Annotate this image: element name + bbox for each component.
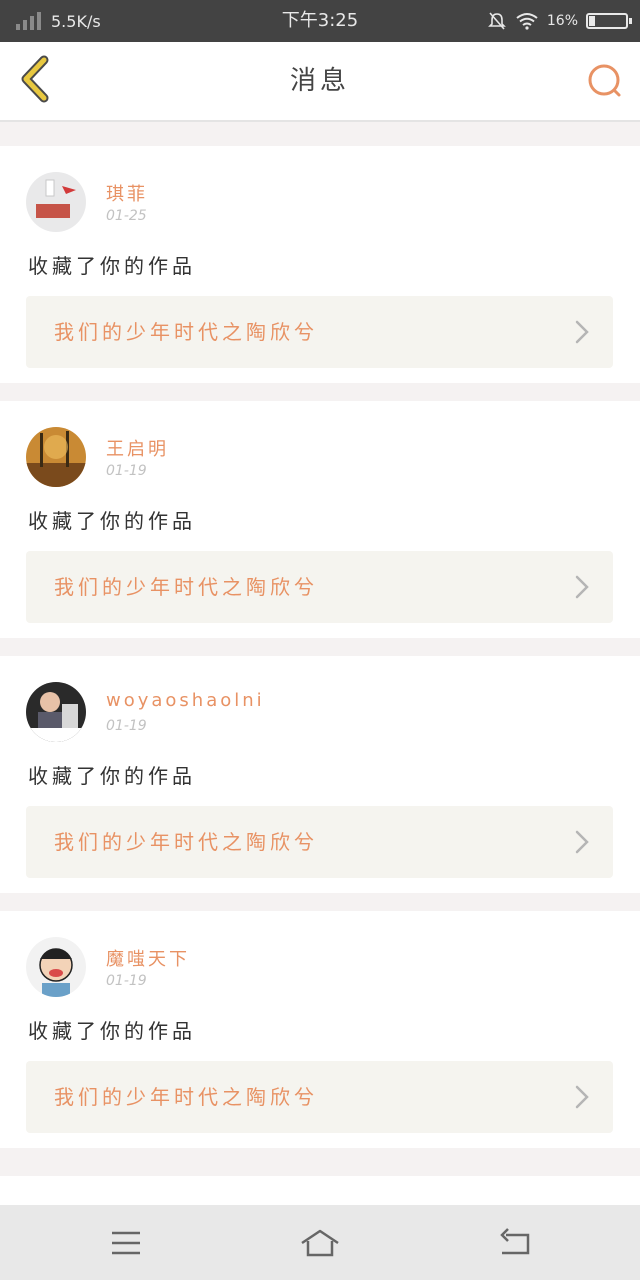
message-date: 01-19 (106, 463, 147, 479)
user-name[interactable]: 王启明 (106, 435, 169, 461)
menu-button[interactable] (104, 1223, 148, 1263)
work-title: 我们的少年时代之陶欣兮 (54, 1085, 318, 1109)
message-date: 01-19 (106, 718, 147, 734)
avatar[interactable] (26, 172, 86, 232)
status-bar: 5.5K/s 下午3:25 16% (0, 0, 640, 42)
work-link[interactable]: 我们的少年时代之陶欣兮 (26, 806, 613, 878)
user-name[interactable]: 魔嗤天下 (106, 945, 190, 971)
work-link[interactable]: 我们的少年时代之陶欣兮 (26, 296, 613, 368)
message-date: 01-25 (106, 208, 147, 224)
message-card: 琪菲 01-25 收藏了你的作品 我们的少年时代之陶欣兮 (0, 146, 640, 383)
avatar[interactable] (26, 937, 86, 997)
menu-icon (112, 1231, 140, 1255)
message-card: 王启明 01-19 收藏了你的作品 我们的少年时代之陶欣兮 (0, 401, 640, 638)
message-card: 魔嗤天下 01-19 收藏了你的作品 我们的少年时代之陶欣兮 (0, 911, 640, 1148)
mute-bell-icon (487, 12, 506, 30)
home-button[interactable] (298, 1223, 342, 1263)
battery-percent: 16% (546, 13, 578, 29)
search-button[interactable] (586, 62, 624, 100)
work-link[interactable]: 我们的少年时代之陶欣兮 (26, 1061, 613, 1133)
message-card: woyaoshaolni 01-19 收藏了你的作品 我们的少年时代之陶欣兮 (0, 656, 640, 893)
home-icon (301, 1229, 339, 1257)
back-nav-button[interactable] (494, 1223, 538, 1263)
chevron-right-icon (575, 1085, 589, 1109)
chevron-right-icon (575, 575, 589, 599)
message-date: 01-19 (106, 973, 147, 989)
search-icon (588, 64, 621, 97)
work-title: 我们的少年时代之陶欣兮 (54, 320, 318, 344)
work-link[interactable]: 我们的少年时代之陶欣兮 (26, 551, 613, 623)
avatar[interactable] (26, 682, 86, 742)
user-name[interactable]: woyaoshaolni (106, 690, 265, 711)
action-text: 收藏了你的作品 (28, 254, 196, 278)
battery-icon (586, 13, 632, 29)
header: 消息 (0, 42, 640, 122)
battery-fill (589, 16, 595, 26)
action-text: 收藏了你的作品 (28, 764, 196, 788)
chevron-right-icon (575, 830, 589, 854)
work-title: 我们的少年时代之陶欣兮 (54, 830, 318, 854)
page-title: 消息 (289, 66, 350, 96)
system-nav-bar (0, 1205, 640, 1280)
back-icon (500, 1228, 530, 1255)
status-right: 16% (487, 0, 632, 42)
work-title: 我们的少年时代之陶欣兮 (54, 575, 318, 599)
action-text: 收藏了你的作品 (28, 509, 196, 533)
user-name[interactable]: 琪菲 (106, 180, 148, 206)
wifi-icon (516, 13, 538, 30)
chevron-right-icon (575, 320, 589, 344)
message-list: 琪菲 01-25 收藏了你的作品 我们的少年时代之陶欣兮 王启明 01-19 收… (0, 128, 640, 1148)
avatar[interactable] (26, 427, 86, 487)
action-text: 收藏了你的作品 (28, 1019, 196, 1043)
